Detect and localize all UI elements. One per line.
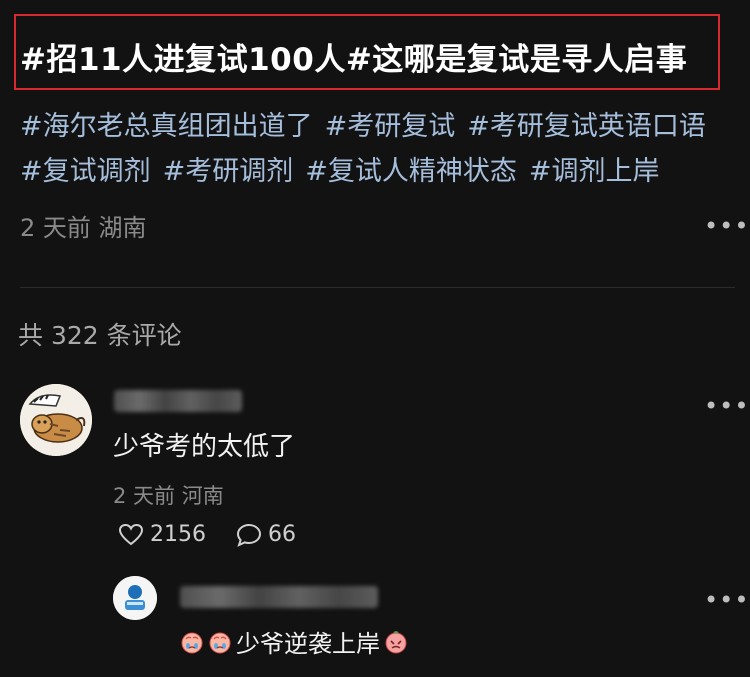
hashtag-link[interactable]: #考研调剂 — [163, 156, 294, 187]
divider — [20, 287, 735, 288]
avatar[interactable] — [20, 384, 92, 456]
comment-count: 共 322 条评论 — [18, 321, 182, 350]
more-options-icon[interactable]: ••• — [704, 214, 749, 238]
cat-avatar-icon — [20, 384, 92, 456]
more-options-icon[interactable]: ••• — [704, 394, 749, 418]
hashtag-link[interactable]: #海尔老总真组团出道了 — [20, 111, 313, 142]
peach-emoji-icon — [385, 630, 407, 653]
more-options-icon[interactable]: ••• — [704, 588, 749, 612]
character-avatar-icon — [113, 576, 157, 620]
avatar[interactable] — [113, 576, 157, 620]
post-meta: 2 天前 湖南 — [20, 214, 147, 242]
heart-icon — [118, 523, 144, 545]
crying-emoji-icon — [209, 632, 231, 653]
crying-emoji-icon — [181, 632, 203, 653]
comment-text: 少爷考的太低了 — [113, 432, 296, 462]
post-title: #招11人进复试100人#这哪是复试是寻人启事 — [20, 42, 688, 78]
like-count: 2156 — [150, 522, 206, 547]
reply-text: 少爷逆袭上岸 — [236, 630, 380, 658]
comment-meta: 2 天前 河南 — [113, 484, 224, 508]
reply-count: 66 — [268, 522, 296, 547]
reply-content: 少爷逆袭上岸 — [180, 624, 412, 659]
like-button[interactable]: 2156 — [118, 522, 206, 547]
hashtag-link[interactable]: #考研复试 — [325, 111, 456, 142]
hashtag-link[interactable]: #调剂上岸 — [529, 156, 660, 187]
hashtag-link[interactable]: #复试人精神状态 — [305, 156, 517, 187]
hashtag-link[interactable]: #复试调剂 — [20, 156, 151, 187]
username-blurred[interactable] — [180, 586, 378, 608]
hashtag-list: #海尔老总真组团出道了 #考研复试 #考研复试英语口语 #复试调剂 #考研调剂 #复试人精… — [20, 104, 735, 194]
comment-actions: 2156 66 — [118, 522, 326, 547]
username-blurred[interactable] — [114, 390, 242, 412]
speech-bubble-icon — [236, 523, 262, 547]
reply-button[interactable]: 66 — [236, 522, 296, 547]
hashtag-link[interactable]: #考研复试英语口语 — [467, 111, 706, 142]
